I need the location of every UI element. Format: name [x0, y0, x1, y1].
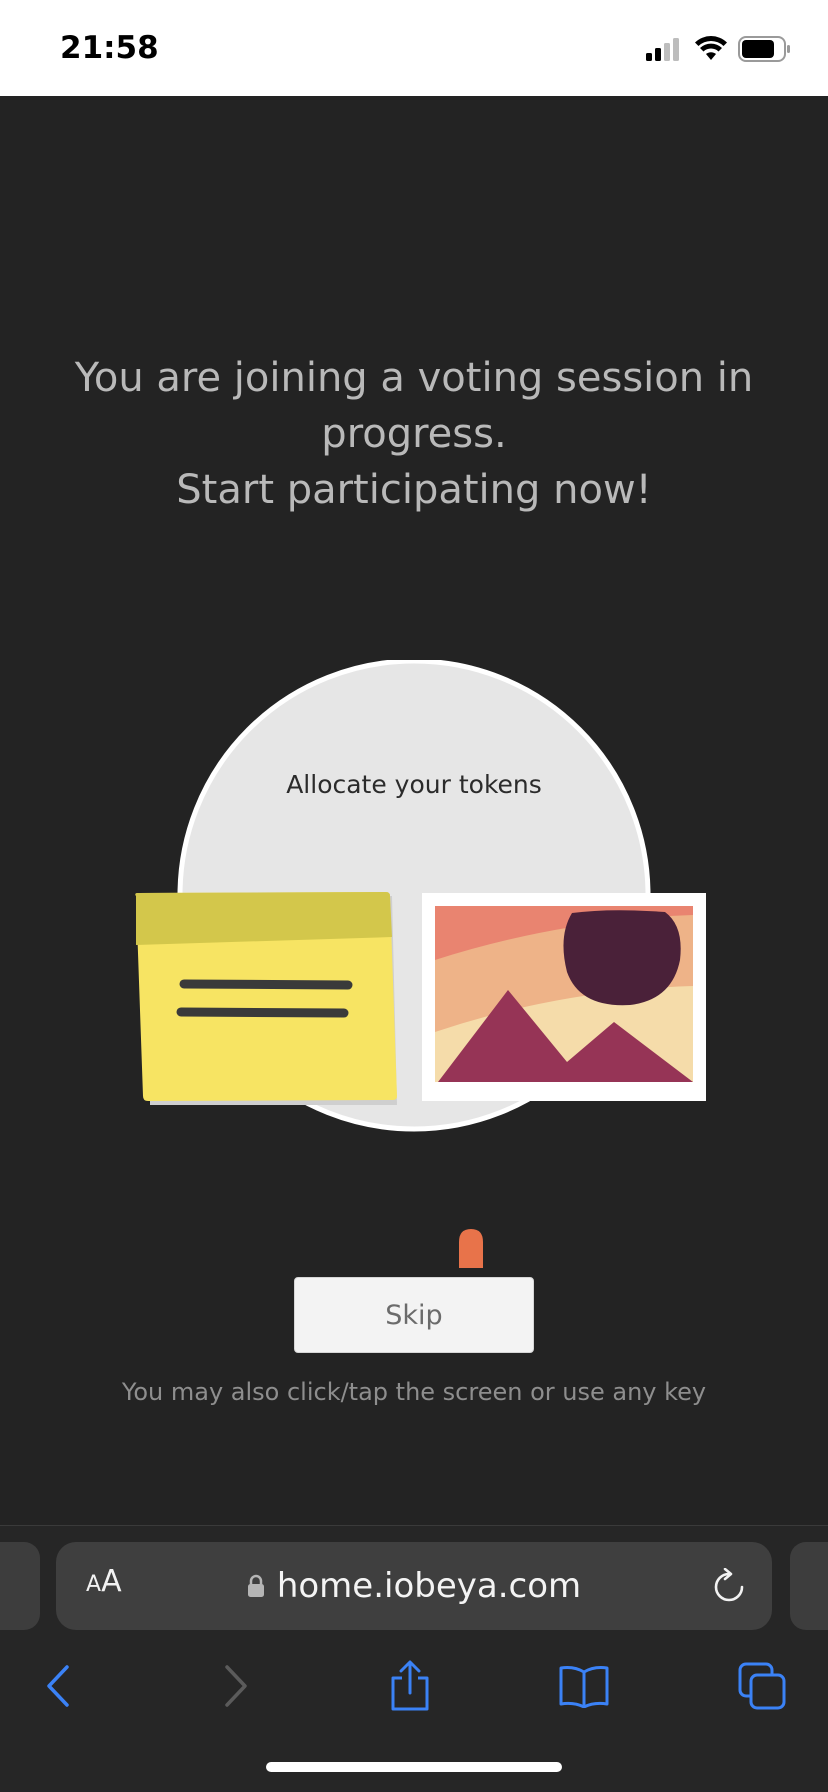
status-icons	[644, 36, 792, 62]
headline-line-1: You are joining a voting session in	[74, 355, 754, 401]
forward-chevron-icon	[225, 1665, 247, 1707]
headline-line-2: progress.	[321, 411, 507, 457]
wifi-icon	[695, 36, 727, 60]
headline-line-3: Start participating now!	[176, 467, 652, 513]
sticky-note-icon	[135, 892, 398, 1101]
hint-text: You may also click/tap the screen or use…	[121, 1378, 707, 1406]
next-tab-preview[interactable]	[790, 1542, 828, 1630]
address-bar[interactable]: AA home.iobeya.com	[56, 1542, 772, 1630]
battery-icon	[738, 36, 790, 62]
browser-chrome: AA home.iobeya.com	[0, 1525, 828, 1792]
home-indicator	[266, 1762, 562, 1772]
token-icon	[459, 1229, 483, 1268]
illustration-caption: Allocate your tokens	[286, 770, 542, 799]
tokens-illustration: Allocate your tokens	[0, 658, 828, 1180]
share-button[interactable]	[380, 1656, 440, 1716]
signal-icon	[646, 38, 679, 61]
text-size-small-a: A	[86, 1572, 102, 1597]
status-time: 21:58	[60, 30, 159, 66]
back-chevron-icon	[47, 1665, 69, 1707]
bookmarks-icon	[559, 1666, 609, 1708]
text-size-button[interactable]: AA	[86, 1564, 122, 1599]
reload-icon[interactable]	[712, 1568, 746, 1604]
tabs-button[interactable]	[732, 1656, 792, 1716]
forward-button[interactable]	[206, 1656, 266, 1716]
url-display: home.iobeya.com	[56, 1542, 772, 1630]
session-headline: You are joining a voting session in prog…	[60, 350, 768, 518]
previous-tab-preview[interactable]	[0, 1542, 40, 1630]
status-bar: 21:58	[0, 0, 828, 96]
back-button[interactable]	[28, 1656, 88, 1716]
bookmarks-button[interactable]	[554, 1656, 614, 1716]
illustration-graphic	[135, 658, 706, 1132]
tabs-icon	[738, 1662, 786, 1710]
share-icon	[391, 1660, 429, 1711]
lock-icon	[247, 1574, 264, 1597]
browser-toolbar	[0, 1656, 828, 1746]
skip-button[interactable]: Skip	[294, 1277, 534, 1353]
text-size-large-a: A	[101, 1564, 122, 1599]
url-text: home.iobeya.com	[276, 1566, 582, 1606]
picture-icon	[422, 893, 706, 1101]
